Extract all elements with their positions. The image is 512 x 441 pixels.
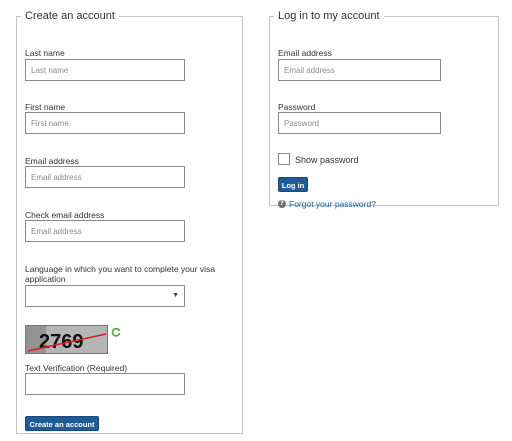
email-input[interactable] [25,166,185,188]
check-email-label: Check email address [25,210,105,220]
login-email-label: Email address [278,48,332,58]
captcha-image: 2769 [25,325,108,354]
text-verification-label: Text Verification (Required) [25,363,128,373]
last-name-label: Last name [25,48,65,58]
create-account-button[interactable]: Create an account [25,416,99,431]
refresh-icon[interactable] [111,327,121,337]
login-button[interactable]: Log in [278,177,308,192]
captcha-text: 2769 [39,331,84,353]
password-label: Password [278,102,316,112]
password-input[interactable] [278,112,441,134]
create-account-panel: Create an account Last name First name E… [16,11,243,434]
forgot-password-text[interactable]: Forgot your password? [289,199,376,209]
login-legend: Log in to my account [278,10,380,22]
language-select[interactable]: ▼ [25,285,185,307]
login-email-input[interactable] [278,59,441,81]
info-icon: ? [278,200,286,208]
show-password-label: Show password [295,155,359,165]
text-verification-input[interactable] [25,373,185,395]
last-name-input[interactable] [25,59,185,81]
login-panel: Log in to my account Email address Passw… [269,10,499,209]
show-password-checkbox[interactable] [278,153,290,165]
email-label: Email address [25,156,79,166]
check-email-input[interactable] [25,220,185,242]
language-label: Language in which you want to complete y… [25,264,215,284]
create-account-legend: Create an account [25,10,115,22]
forgot-password-link[interactable]: ? Forgot your password? [278,199,376,209]
first-name-label: First name [25,102,66,112]
first-name-input[interactable] [25,112,185,134]
dropdown-arrow-icon: ▼ [172,292,179,299]
